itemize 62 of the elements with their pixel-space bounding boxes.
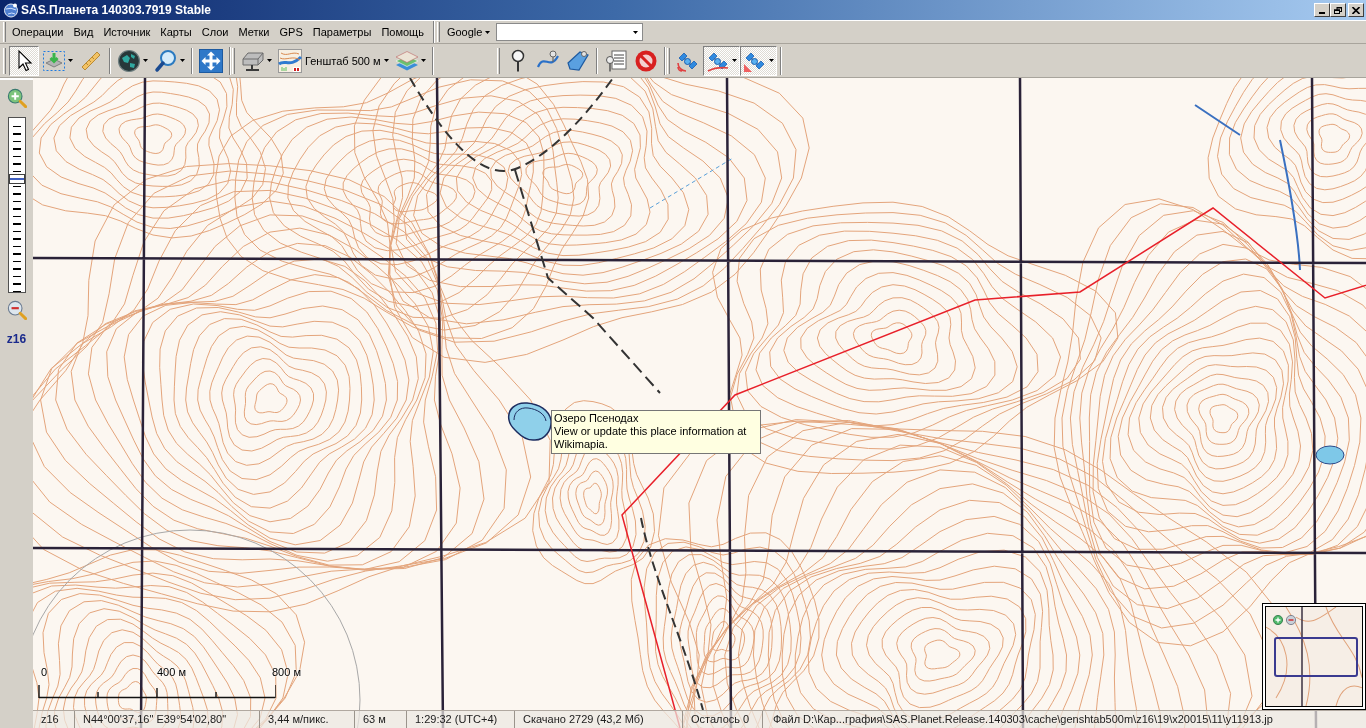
status-text: 63 м <box>355 711 407 728</box>
status-text: Осталось 0 <box>683 711 763 728</box>
zoom-slider-thumb[interactable] <box>8 173 25 184</box>
gps-center-button[interactable] <box>739 45 777 76</box>
menu-item[interactable]: Источник <box>98 24 156 40</box>
menu-item[interactable]: Операции <box>7 24 69 40</box>
menu-item[interactable]: Вид <box>68 24 99 40</box>
status-text: Файл D:\Кар...графия\SAS.Planet.Release.140303\cache\genshtab500m\z16\19\x20015\11\y11913.jp <box>772 712 1274 727</box>
menu-item[interactable]: Помощь <box>376 24 429 40</box>
menu-item[interactable]: Параметры <box>307 24 377 40</box>
caret-icon <box>420 59 426 62</box>
layers-icon <box>394 48 419 73</box>
scale-label: 0 <box>41 666 48 678</box>
list-icon <box>603 48 628 73</box>
restore-button[interactable] <box>1330 3 1346 17</box>
map-icon <box>278 48 302 73</box>
menu-item[interactable]: Слои <box>196 24 234 40</box>
restore-icon <box>1334 6 1342 14</box>
caret-icon <box>180 59 185 62</box>
pointer-tool-button[interactable] <box>9 45 39 76</box>
viewport-frame[interactable] <box>1274 637 1358 677</box>
menu-item[interactable]: Карты <box>155 24 197 40</box>
caret-icon <box>632 30 638 34</box>
zoom-out-icon[interactable] <box>1286 615 1296 625</box>
zoom-out-icon[interactable] <box>6 300 27 320</box>
globe-icon <box>3 2 19 18</box>
window-title: SAS.Планета 140303.7919 Stable <box>21 3 212 17</box>
tooltip-title: Озеро Псенодах <box>554 412 640 425</box>
expand-icon <box>199 48 223 73</box>
scale-label: 400 м <box>157 666 186 678</box>
zoom-in-icon[interactable] <box>6 88 27 108</box>
search-provider-button[interactable]: Google <box>443 24 494 40</box>
status-text: Скачано 2729 (43,2 Мб) <box>515 711 683 728</box>
close-icon <box>1352 6 1360 14</box>
minimize-button[interactable] <box>1314 3 1330 17</box>
caret-icon <box>383 59 389 62</box>
globe-icon <box>117 48 141 73</box>
caret-icon <box>143 59 148 62</box>
caret-icon <box>768 59 774 62</box>
selection-icon <box>42 48 66 73</box>
prohibited-icon <box>633 48 658 73</box>
menu-item[interactable]: GPS <box>274 24 308 40</box>
status-text: 3,44 м/пикс. <box>260 711 355 728</box>
menu-item[interactable]: Метки <box>233 24 275 40</box>
caret-icon <box>485 30 491 34</box>
scale-label: 800 м <box>272 666 301 678</box>
caret-icon <box>68 59 73 62</box>
status-text: N44°00'37,16" E39°54'02,80" <box>75 711 260 728</box>
minimize-icon <box>1319 12 1325 14</box>
map-source-button[interactable]: Генштаб 500 м <box>275 45 392 76</box>
lake-polygon[interactable] <box>505 400 553 442</box>
close-button[interactable] <box>1348 3 1364 17</box>
caret-icon <box>731 59 737 62</box>
zoom-in-icon[interactable] <box>1273 615 1283 625</box>
status-text: 1:29:32 (UTC+4) <box>407 711 515 728</box>
status-text: z16 <box>33 711 75 728</box>
polygon-icon <box>565 48 590 73</box>
tooltip-text: View or update this place information at Wikimapia. <box>554 425 748 451</box>
zoom-slider-track[interactable] <box>7 117 26 293</box>
zoom-level-label: z16 <box>6 332 27 346</box>
caret-icon <box>267 59 272 62</box>
magnifier-icon <box>154 48 178 73</box>
